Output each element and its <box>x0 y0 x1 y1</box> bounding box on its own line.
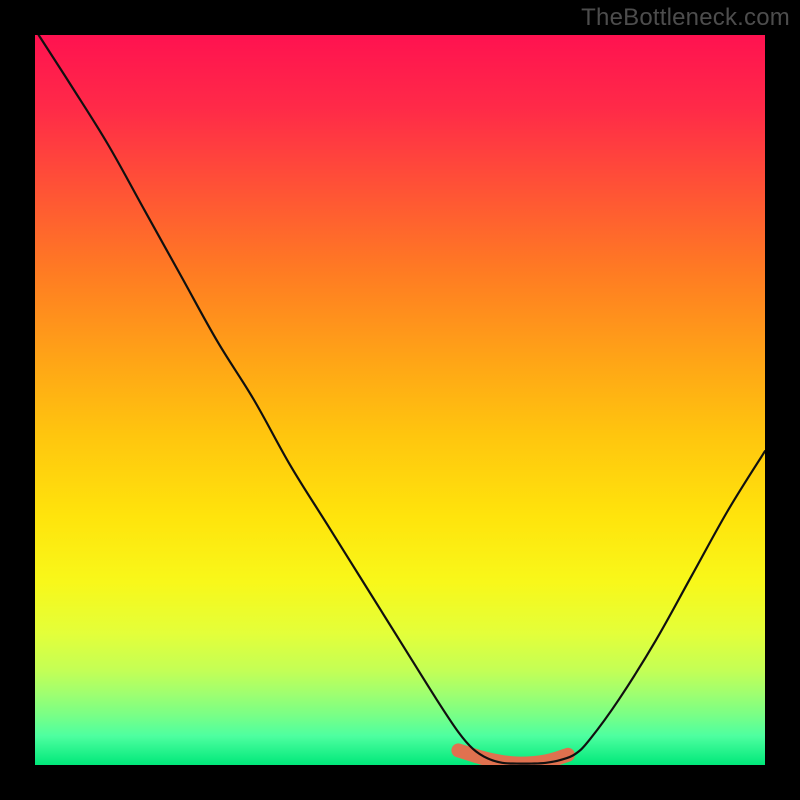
chart-svg <box>35 35 765 765</box>
chart-frame: { "watermark": "TheBottleneck.com", "cha… <box>0 0 800 800</box>
plot-area <box>35 35 765 765</box>
watermark-text: TheBottleneck.com <box>581 4 790 32</box>
bottleneck-curve-line <box>39 35 765 764</box>
